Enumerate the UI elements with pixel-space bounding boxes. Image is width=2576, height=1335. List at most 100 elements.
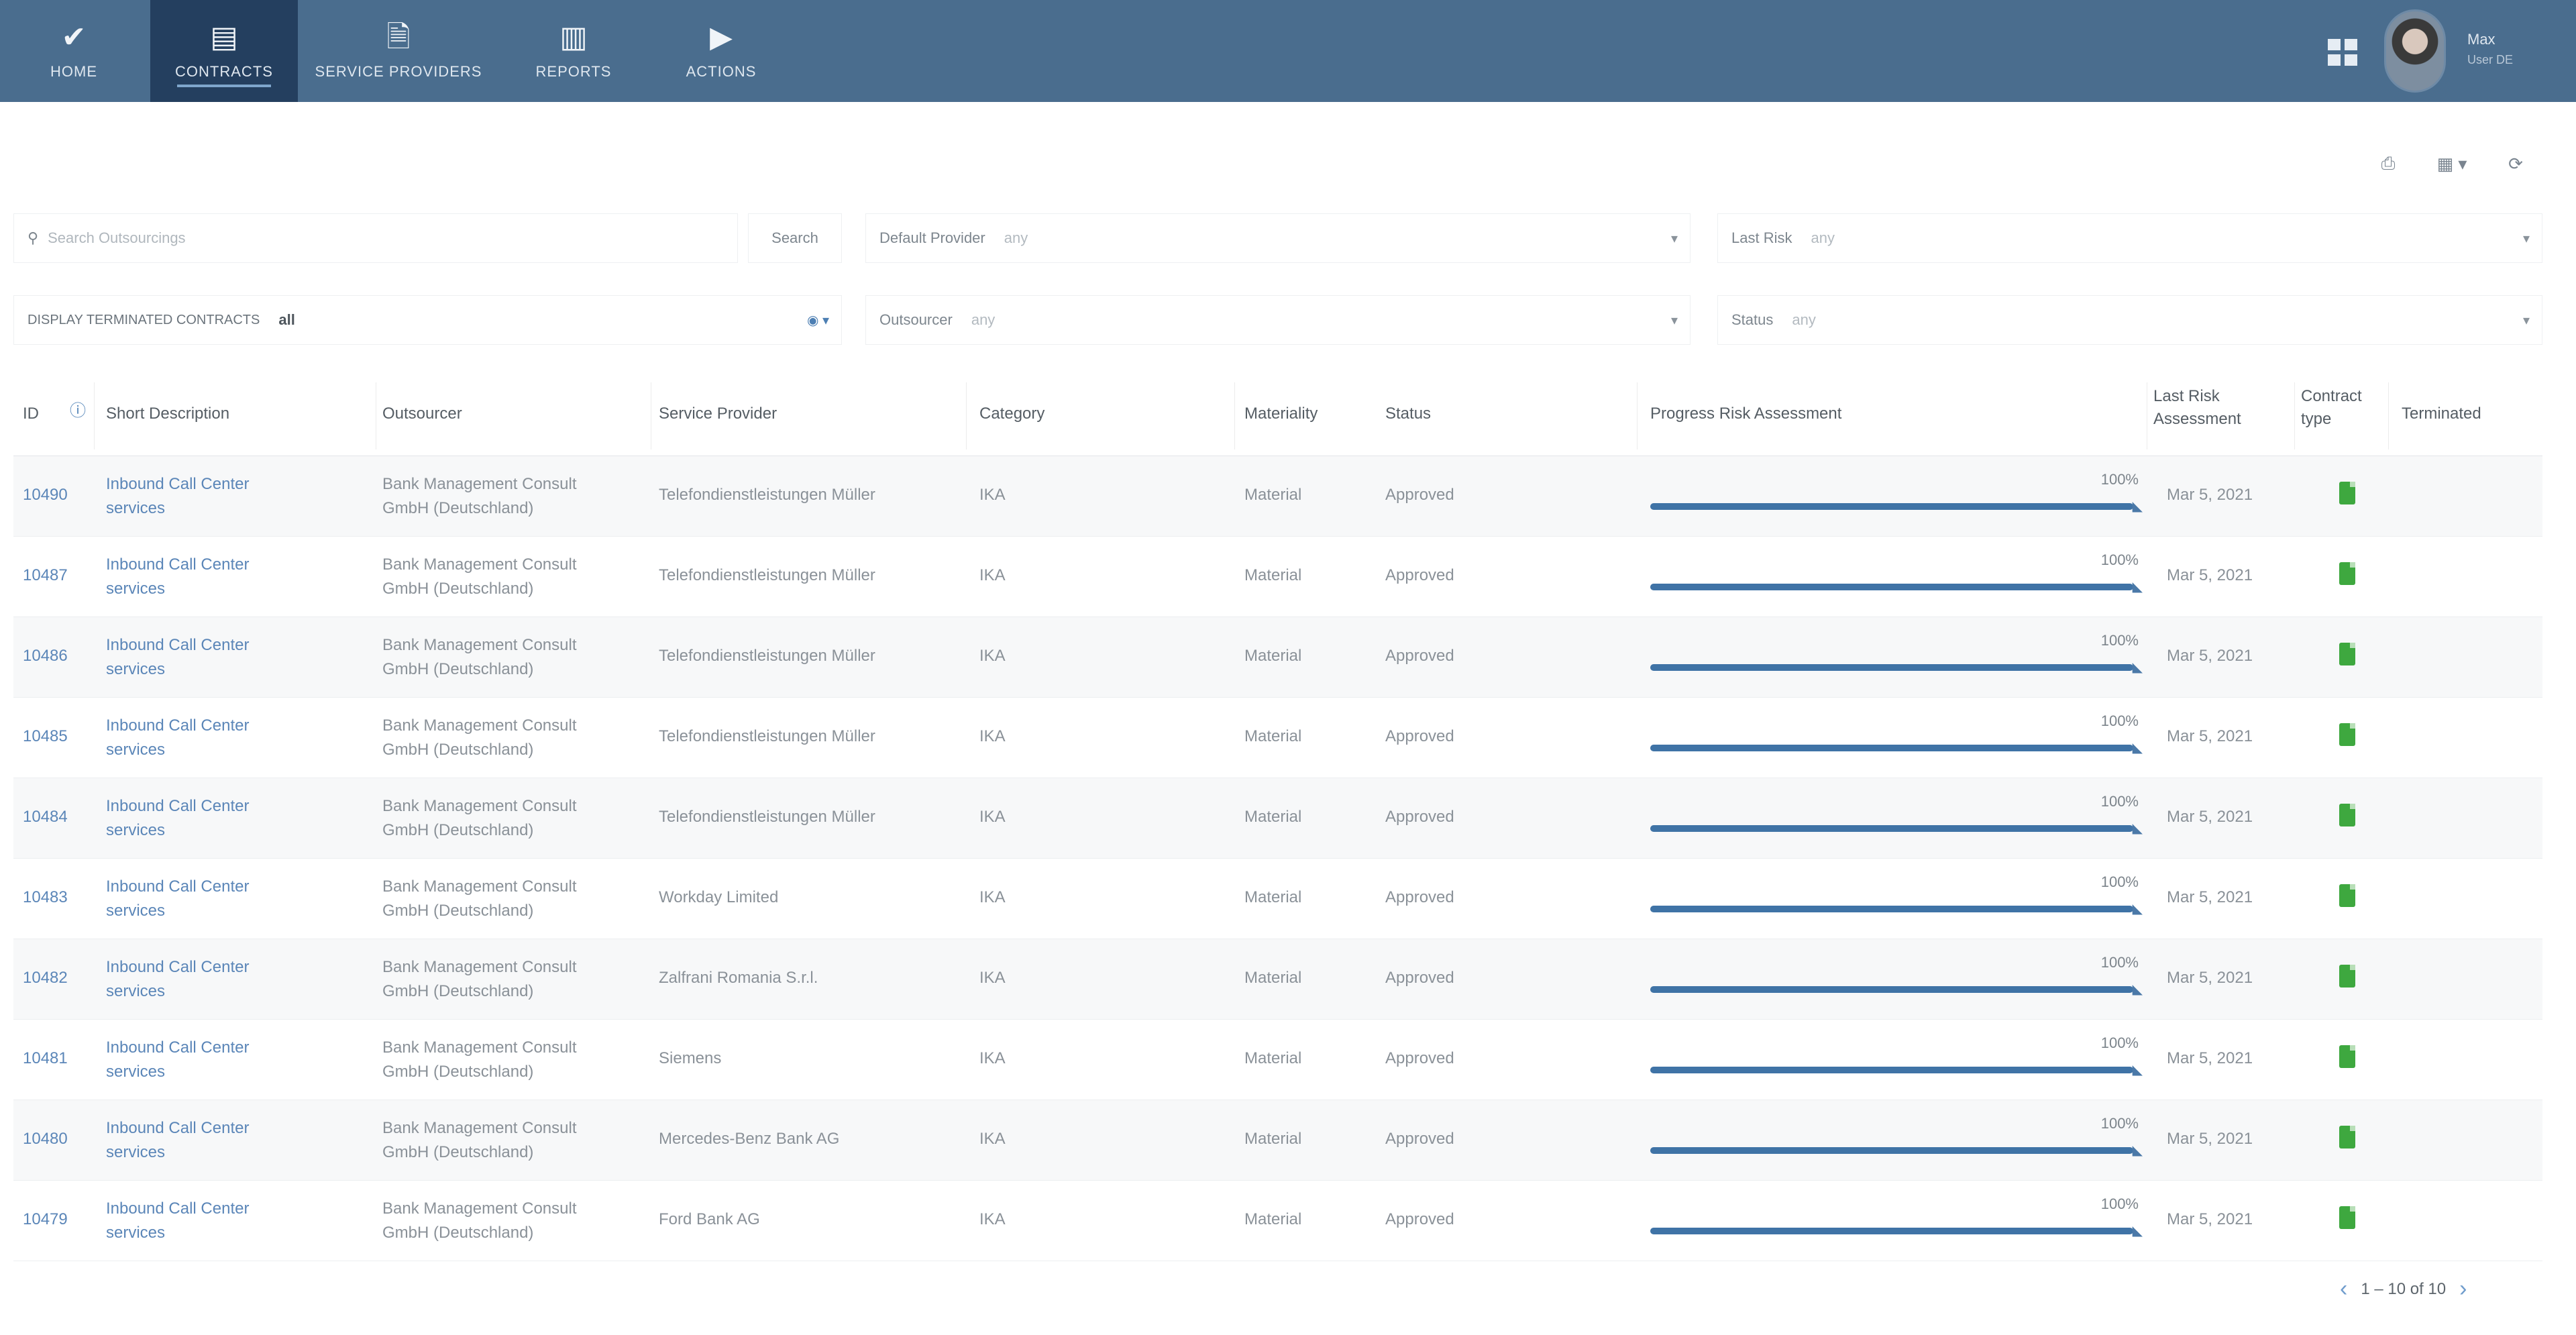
table-row[interactable]: 10486 Inbound Call Center services Bank Man…: [13, 617, 2542, 698]
search-box[interactable]: ⚲: [13, 213, 738, 263]
contract-document-icon[interactable]: [2339, 1206, 2355, 1229]
header-category[interactable]: Category: [979, 403, 1044, 425]
contract-document-icon[interactable]: [2339, 482, 2355, 504]
nav-actions[interactable]: ▶ ACTIONS: [664, 0, 778, 102]
chevron-down-icon: ▾: [1670, 231, 1678, 246]
header-status[interactable]: Status: [1385, 403, 1431, 425]
chevron-right-icon[interactable]: ›: [2459, 1276, 2467, 1302]
short-description-link[interactable]: Inbound Call Center services: [106, 1197, 249, 1245]
progress-risk-assessment: 100% ◣: [1650, 873, 2147, 920]
contract-document-icon[interactable]: [2339, 643, 2355, 665]
contract-document-icon[interactable]: [2339, 965, 2355, 987]
table-row[interactable]: 10484 Inbound Call Center services Bank Man…: [13, 778, 2542, 859]
table-row[interactable]: 10482 Inbound Call Center services Bank Man…: [13, 939, 2542, 1020]
progress-fill: [1650, 745, 2133, 751]
header-contract-type[interactable]: Contract type: [2301, 385, 2362, 431]
service-provider-cell: Telefondienstleistungen Müller: [659, 486, 875, 504]
contract-document-icon[interactable]: [2339, 723, 2355, 746]
service-provider-cell: Zalfrani Romania S.r.l.: [659, 969, 818, 987]
short-description-link[interactable]: Inbound Call Center services: [106, 472, 249, 521]
category-cell: IKA: [979, 1130, 1006, 1148]
default-provider-filter[interactable]: Default Provider any ▾: [865, 213, 1690, 263]
contract-document-icon[interactable]: [2339, 884, 2355, 907]
contract-id-link[interactable]: 10487: [23, 564, 68, 588]
short-description-link[interactable]: Inbound Call Center services: [106, 633, 249, 682]
column-divider: [1234, 382, 1235, 449]
contract-id-link[interactable]: 10482: [23, 966, 68, 990]
service-provider-cell: Mercedes-Benz Bank AG: [659, 1130, 840, 1148]
nav-reports[interactable]: ▥ REPORTS: [517, 0, 631, 102]
short-description-link[interactable]: Inbound Call Center services: [106, 553, 249, 601]
contract-id-link[interactable]: 10479: [23, 1208, 68, 1232]
table-row[interactable]: 10481 Inbound Call Center services Bank Man…: [13, 1020, 2542, 1100]
nav-service-providers[interactable]: 🗎 SERVICE PROVIDERS: [311, 0, 486, 102]
contract-id-link[interactable]: 10485: [23, 725, 68, 749]
play-icon: ▶: [710, 21, 733, 54]
search-input[interactable]: [48, 229, 719, 247]
table-row[interactable]: 10479 Inbound Call Center services Bank Man…: [13, 1181, 2542, 1261]
table-row[interactable]: 10485 Inbound Call Center services Bank Man…: [13, 698, 2542, 778]
nav-contracts[interactable]: ▤ CONTRACTS: [150, 0, 298, 102]
progress-track: ◣: [1650, 741, 2143, 755]
short-description-link[interactable]: Inbound Call Center services: [106, 714, 249, 762]
info-icon[interactable]: ⓘ: [70, 400, 86, 423]
search-button[interactable]: Search: [748, 213, 842, 263]
contract-id-link[interactable]: 10481: [23, 1047, 68, 1071]
progress-percent: 100%: [2100, 873, 2139, 890]
description-line: services: [106, 902, 166, 920]
avatar[interactable]: [2384, 9, 2446, 93]
header-progress[interactable]: Progress Risk Assessment: [1650, 403, 1841, 425]
header-line: Last Risk: [2153, 387, 2220, 405]
last-risk-filter[interactable]: Last Risk any ▾: [1717, 213, 2542, 263]
short-description-link[interactable]: Inbound Call Center services: [106, 955, 249, 1004]
outsourcer-line: Bank Management Consult: [382, 958, 577, 976]
header-materiality[interactable]: Materiality: [1244, 403, 1318, 425]
category-cell: IKA: [979, 808, 1006, 826]
short-description-link[interactable]: Inbound Call Center services: [106, 1116, 249, 1165]
short-description-link[interactable]: Inbound Call Center services: [106, 875, 249, 923]
outsourcer-line: Bank Management Consult: [382, 1199, 577, 1218]
description-line: Inbound Call Center: [106, 877, 250, 896]
table-row[interactable]: 10483 Inbound Call Center services Bank Man…: [13, 859, 2542, 939]
header-terminated[interactable]: Terminated: [2402, 403, 2481, 425]
progress-risk-assessment: 100% ◣: [1650, 1115, 2147, 1162]
contract-document-icon[interactable]: [2339, 1126, 2355, 1149]
short-description-link[interactable]: Inbound Call Center services: [106, 1036, 249, 1084]
display-terminated-filter[interactable]: DISPLAY TERMINATED CONTRACTS all ◉ ▾: [13, 295, 842, 345]
header-last-risk-assessment[interactable]: Last Risk Assessment: [2153, 385, 2241, 431]
table-row[interactable]: 10487 Inbound Call Center services Bank Man…: [13, 537, 2542, 617]
apps-grid-icon[interactable]: [2328, 39, 2357, 66]
header-service-provider[interactable]: Service Provider: [659, 403, 777, 425]
short-description-link[interactable]: Inbound Call Center services: [106, 794, 249, 843]
status-cell: Approved: [1385, 969, 1454, 987]
outsourcer-filter[interactable]: Outsourcer any ▾: [865, 295, 1690, 345]
progress-risk-assessment: 100% ◣: [1650, 1195, 2147, 1242]
last-risk-date-cell: Mar 5, 2021: [2167, 808, 2253, 826]
info-dropdown-icon[interactable]: ◉ ▾: [807, 312, 829, 329]
header-id[interactable]: ID: [23, 403, 39, 425]
user-menu[interactable]: Max User DE: [2467, 30, 2513, 70]
contract-document-icon[interactable]: [2339, 562, 2355, 585]
contract-id-link[interactable]: 10490: [23, 483, 68, 507]
check-icon: ✔: [61, 21, 87, 54]
chevron-left-icon[interactable]: ‹: [2340, 1276, 2347, 1302]
view-options-icon[interactable]: ▦ ▾: [2428, 149, 2475, 178]
header-outsourcer[interactable]: Outsourcer: [382, 403, 462, 425]
contract-id-link[interactable]: 10480: [23, 1127, 68, 1151]
refresh-icon[interactable]: ⟳: [2501, 149, 2530, 178]
table-row[interactable]: 10490 Inbound Call Center services Bank Man…: [13, 456, 2542, 537]
contract-document-icon[interactable]: [2339, 1045, 2355, 1068]
header-short-description[interactable]: Short Description: [106, 403, 229, 425]
table-row[interactable]: 10480 Inbound Call Center services Bank Man…: [13, 1100, 2542, 1181]
status-filter[interactable]: Status any ▾: [1717, 295, 2542, 345]
contract-id-link[interactable]: 10483: [23, 886, 68, 910]
contract-id-link[interactable]: 10486: [23, 644, 68, 668]
nav-home[interactable]: ✔ HOME: [27, 0, 121, 102]
contracts-table: ID ⓘ Short Description Outsourcer Servic…: [13, 376, 2542, 1261]
contract-id-link[interactable]: 10484: [23, 805, 68, 829]
last-risk-date-cell: Mar 5, 2021: [2167, 1130, 2253, 1148]
service-provider-cell: Telefondienstleistungen Müller: [659, 566, 875, 584]
print-icon[interactable]: ⎙: [2373, 149, 2403, 178]
contract-document-icon[interactable]: [2339, 804, 2355, 826]
progress-fill: [1650, 503, 2133, 510]
